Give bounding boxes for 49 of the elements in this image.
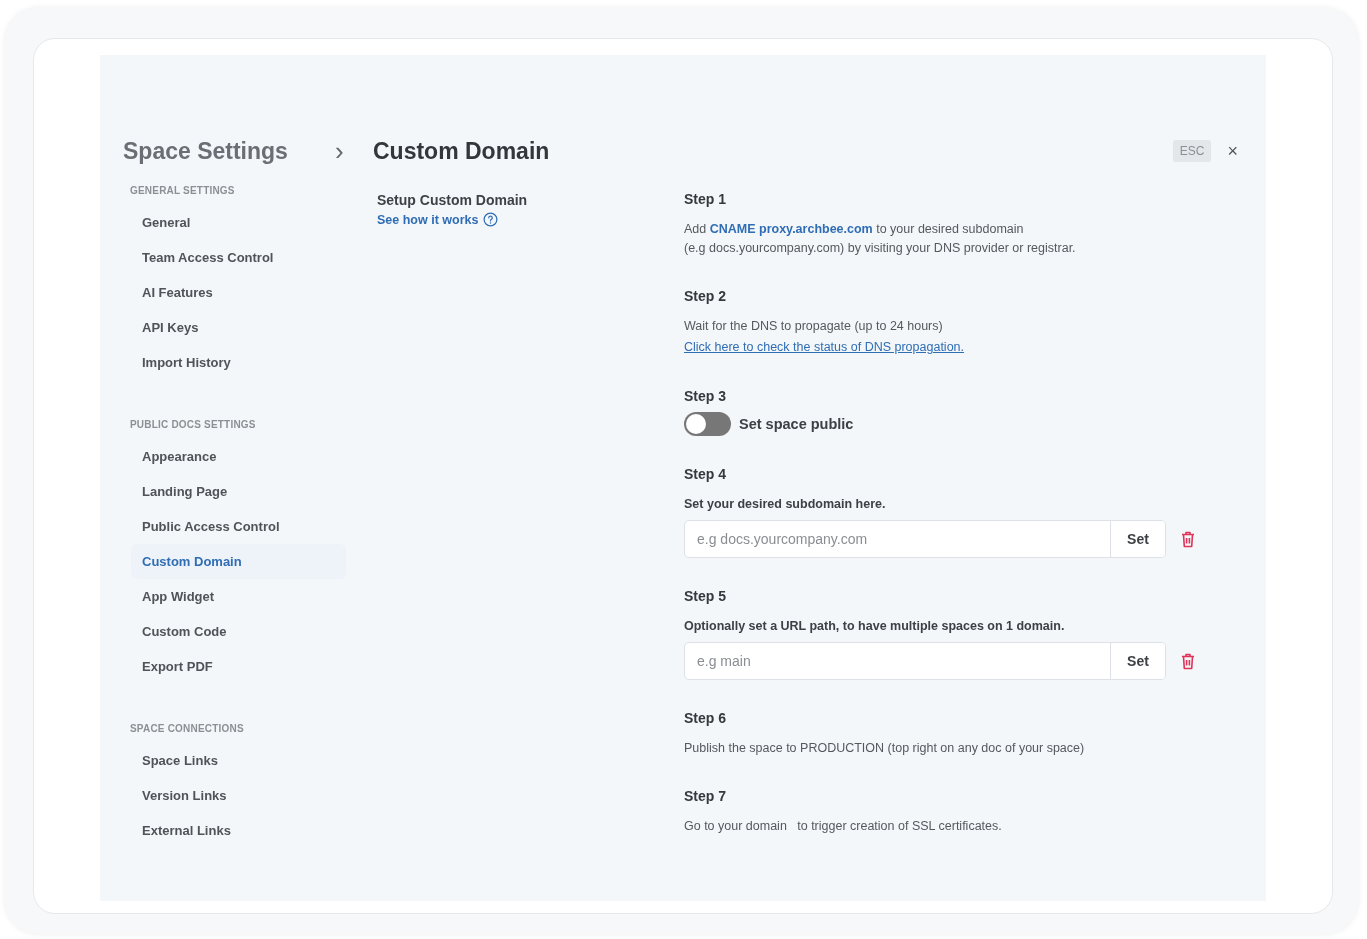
step-title: Step 6 bbox=[684, 710, 727, 726]
toggle-label: Set space public bbox=[739, 416, 854, 432]
instruction-text: Add CNAME proxy.archbee.com to your desired subdomain bbox=[684, 221, 1025, 238]
instruction-text: (e.g docs.yourcompany.com) by visiting your DNS provider or registrar. bbox=[684, 240, 1077, 257]
sidebar-item[interactable]: AI Features bbox=[131, 275, 346, 310]
sidebar-item[interactable]: API Keys bbox=[131, 310, 346, 345]
sidebar-item[interactable]: Team Access Control bbox=[131, 240, 346, 275]
instruction-text: Go to your domain to trigger creation of SSL certificates. bbox=[684, 818, 1003, 835]
trash-icon[interactable] bbox=[1181, 530, 1195, 548]
sidebar-item[interactable]: Export PDF bbox=[131, 649, 346, 684]
chevron-icon: › bbox=[335, 135, 373, 167]
help-link[interactable]: See how it works bbox=[377, 212, 479, 227]
breadcrumb-parent-link[interactable]: Space Settings bbox=[123, 137, 335, 165]
sidebar-section-heading: PUBLIC DOCS SETTINGS bbox=[130, 419, 257, 432]
help-circle-icon[interactable] bbox=[483, 212, 499, 227]
dns-status-link[interactable]: Click here to check the status of DNS propagation. bbox=[684, 336, 1214, 358]
set-button[interactable]: Set bbox=[1110, 521, 1165, 557]
section-title: Setup Custom Domain bbox=[377, 192, 529, 208]
sidebar-item[interactable]: Custom Domain bbox=[131, 544, 346, 579]
toggle-switch[interactable] bbox=[684, 412, 731, 436]
step-title: Step 5 bbox=[684, 588, 727, 604]
set-button[interactable]: Set bbox=[1110, 643, 1165, 679]
step-title: Step 1 bbox=[684, 191, 727, 207]
step-title: Step 2 bbox=[684, 288, 727, 304]
sidebar-section-heading: SPACE CONNECTIONS bbox=[130, 723, 245, 736]
sidebar-item[interactable]: Import History bbox=[131, 345, 346, 380]
sidebar-section-heading: GENERAL SETTINGS bbox=[130, 185, 236, 198]
sidebar-item[interactable]: Custom Code bbox=[131, 614, 346, 649]
instruction-text: Wait for the DNS to propagate (up to 24 hours) bbox=[684, 318, 944, 335]
step-title: Step 4 bbox=[684, 466, 727, 482]
step-title: Step 7 bbox=[684, 788, 727, 804]
text-input-field[interactable]: e.g docs.yourcompany.com Set bbox=[684, 520, 1166, 558]
trash-icon[interactable] bbox=[1181, 652, 1195, 670]
sidebar-item[interactable]: Landing Page bbox=[131, 474, 346, 509]
page-title: Custom Domain bbox=[373, 137, 551, 165]
step-title: Step 3 bbox=[684, 388, 727, 404]
text-input-field[interactable]: e.g main Set bbox=[684, 642, 1166, 680]
sidebar-item[interactable]: General bbox=[131, 205, 346, 240]
esc-key-hint: ESC bbox=[1172, 140, 1212, 162]
close-button[interactable]: × bbox=[1223, 140, 1242, 162]
sidebar-item[interactable]: External Links bbox=[131, 813, 346, 848]
sidebar-item[interactable]: Version Links bbox=[131, 778, 346, 813]
field-label: Optionally set a URL path, to have multiple spaces on 1 domain. bbox=[684, 618, 1066, 635]
field-label: Set your desired subdomain here. bbox=[684, 496, 887, 513]
sidebar-item[interactable]: Space Links bbox=[131, 743, 346, 778]
sidebar-item[interactable]: App Widget bbox=[131, 579, 346, 614]
instruction-text: Publish the space to PRODUCTION (top right on any doc of your space) bbox=[684, 740, 1086, 757]
sidebar-item[interactable]: Public Access Control bbox=[131, 509, 346, 544]
sidebar-item[interactable]: Appearance bbox=[131, 439, 346, 474]
